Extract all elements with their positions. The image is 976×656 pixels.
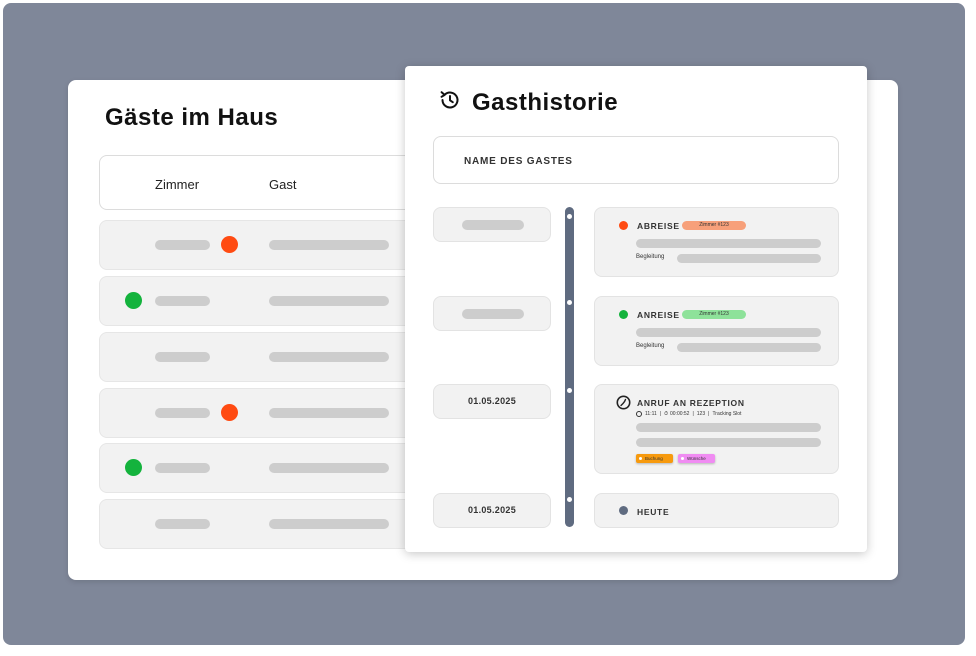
guest-history-panel: Gasthistorie NAME DES GASTES 01.05.2025 … [405,66,867,552]
room-placeholder [155,240,210,250]
event-title: ANREISE [637,310,680,320]
arrival-status-dot [125,292,142,309]
guest-placeholder [269,519,389,529]
date-placeholder [462,220,524,230]
departure-dot-icon [619,221,628,230]
event-card-arrival[interactable]: ANREISE Zimmer #123 Begleitung [594,296,839,366]
timeline-marker [567,300,572,305]
tracking-slot: Tracking Slot [712,411,742,417]
room-placeholder [155,408,210,418]
event-card-today[interactable]: HEUTE [594,493,839,528]
event-card-call[interactable]: ANRUF AN REZEPTION 11:11 | ⏱ 00:00:52 | … [594,384,839,474]
room-placeholder [155,519,210,529]
guest-placeholder [269,296,389,306]
history-header: Gasthistorie [438,88,618,117]
phone-call-icon [616,395,631,415]
tag-wuensche[interactable]: Wünsche [678,454,715,463]
timeline-line [565,207,574,527]
separator: | [692,411,694,417]
history-icon [438,88,462,117]
timeline-marker [567,214,572,219]
text-placeholder [636,423,821,432]
date-box [433,296,551,331]
text-placeholder [636,438,821,447]
guests-title: Gäste im Haus [105,104,279,131]
room-placeholder [155,296,210,306]
event-title: HEUTE [637,507,670,517]
room-placeholder [155,352,210,362]
companion-label: Begleitung [636,254,665,260]
tag-dot-icon [639,457,642,460]
tag-label: Buchung [645,456,663,461]
guest-name-label: NAME DES GASTES [464,156,573,167]
today-dot-icon [619,506,628,515]
column-header-guest[interactable]: Gast [269,177,296,192]
date-placeholder [462,309,524,319]
date-box [433,207,551,242]
tag-buchung[interactable]: Buchung [636,454,673,463]
duration-icon: ⏱ [664,411,668,417]
call-duration: 00:00:52 [670,411,690,417]
event-card-departure[interactable]: ABREISE Zimmer #123 Begleitung [594,207,839,277]
history-title: Gasthistorie [472,88,619,116]
departure-status-dot [221,236,238,253]
room-placeholder [155,463,210,473]
call-count: 123 [696,411,706,417]
guest-name-field[interactable]: NAME DES GASTES [433,136,839,184]
departure-status-dot [221,404,238,421]
date-box: 01.05.2025 [433,493,551,528]
call-meta: 11:11 | ⏱ 00:00:52 | 123 | Tracking Slot [636,411,741,417]
separator: | [659,411,662,417]
date-box: 01.05.2025 [433,384,551,419]
companion-label: Begleitung [636,343,665,349]
guest-placeholder [269,352,389,362]
companion-placeholder [677,254,821,263]
companion-placeholder [677,343,821,352]
text-placeholder [636,328,821,337]
call-time: 11:11 [645,411,657,417]
event-title: ANRUF AN REZEPTION [637,398,745,408]
guest-placeholder [269,240,389,250]
timeline-marker [567,388,572,393]
room-badge: Zimmer #123 [682,310,746,319]
room-badge: Zimmer #123 [682,221,746,230]
tag-dot-icon [681,457,684,460]
clock-icon [636,411,642,417]
event-title: ABREISE [637,221,680,231]
date-label: 01.05.2025 [467,396,517,406]
column-header-room[interactable]: Zimmer [155,177,199,192]
date-label: 01.05.2025 [467,505,517,515]
guest-placeholder [269,463,389,473]
guest-placeholder [269,408,389,418]
arrival-dot-icon [619,310,628,319]
separator: | [708,411,710,417]
timeline-marker [567,497,572,502]
tag-label: Wünsche [687,456,706,461]
text-placeholder [636,239,821,248]
arrival-status-dot [125,459,142,476]
